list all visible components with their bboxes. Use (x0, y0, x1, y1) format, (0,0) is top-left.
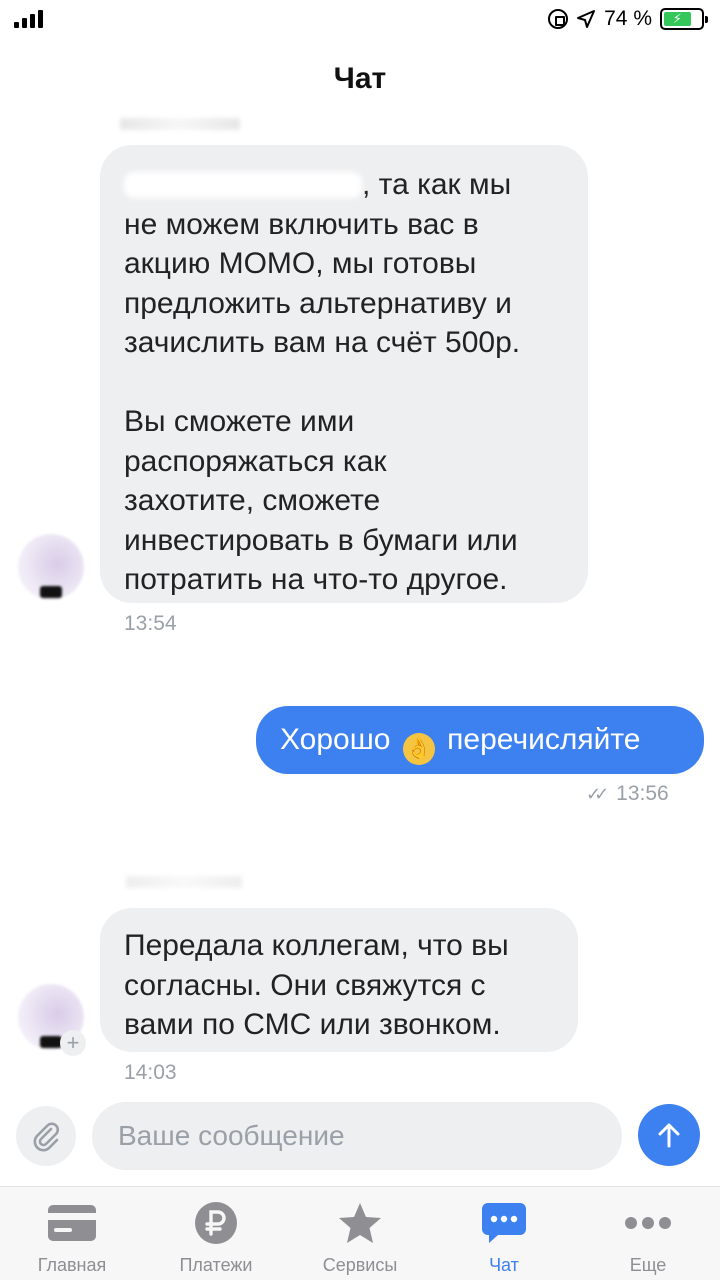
attach-button[interactable] (16, 1106, 76, 1166)
tab-label: Чат (489, 1255, 519, 1275)
incoming-message-bubble[interactable]: Передала коллегам, что вы согласны. Они … (100, 908, 578, 1052)
message-text: Хорошо (280, 723, 391, 756)
tab-main[interactable]: Главная (0, 1187, 144, 1280)
tab-label: Платежи (179, 1255, 253, 1275)
sender-name-redacted (126, 876, 242, 888)
message-input[interactable] (92, 1102, 622, 1170)
sender-name-redacted (120, 118, 240, 130)
tab-more[interactable]: Еще (576, 1187, 720, 1280)
status-right: 74 % ⚡ (548, 7, 708, 31)
operator-avatar (18, 534, 84, 600)
plus-icon: + (60, 1030, 86, 1056)
arrow-up-icon (658, 1123, 680, 1148)
outgoing-message-bubble[interactable]: Хорошо 👌 перечисляйте (256, 706, 704, 774)
tab-chat[interactable]: Чат (432, 1187, 576, 1280)
card-icon (48, 1201, 96, 1245)
status-bar: 74 % ⚡ (0, 0, 720, 40)
send-button[interactable] (638, 1104, 700, 1166)
tab-payments[interactable]: Платежи (144, 1187, 288, 1280)
more-dots-icon (624, 1201, 672, 1245)
ok-hand-emoji-icon: 👌 (402, 733, 435, 765)
page-title: Чат (333, 62, 387, 95)
signal-strength-icon (14, 10, 43, 28)
chat-bubble-icon (480, 1201, 528, 1245)
message-text: Передала коллегам, что вы согласны. Они … (124, 929, 509, 1041)
ruble-icon (192, 1201, 240, 1245)
redacted-name (124, 172, 362, 198)
location-arrow-icon (577, 10, 596, 28)
tab-bar: Главная Платежи Сервисы Чат Еще (0, 1186, 720, 1280)
tab-services[interactable]: Сервисы (288, 1187, 432, 1280)
battery-icon: ⚡ (660, 8, 708, 30)
message-time: 13:56 (616, 782, 669, 805)
message-time: 13:54 (124, 612, 177, 635)
message-time: 14:03 (124, 1061, 177, 1084)
star-icon (336, 1201, 384, 1245)
paperclip-icon (33, 1122, 59, 1152)
message-text: перечисляйте (447, 723, 641, 756)
orientation-lock-icon (548, 9, 569, 29)
tab-label: Главная (37, 1255, 107, 1275)
incoming-message-bubble[interactable]: , та как мы не можем включить вас в акци… (100, 145, 588, 603)
message-text: , та как мы не можем включить вас в акци… (124, 168, 521, 596)
tab-label: Еще (629, 1255, 667, 1275)
double-check-icon: ✓✓ (586, 783, 609, 804)
message-meta: ✓✓ 13:56 (586, 782, 669, 806)
tab-label: Сервисы (322, 1255, 398, 1275)
battery-percent: 74 % (604, 7, 652, 30)
battery-fill: ⚡ (664, 11, 691, 26)
